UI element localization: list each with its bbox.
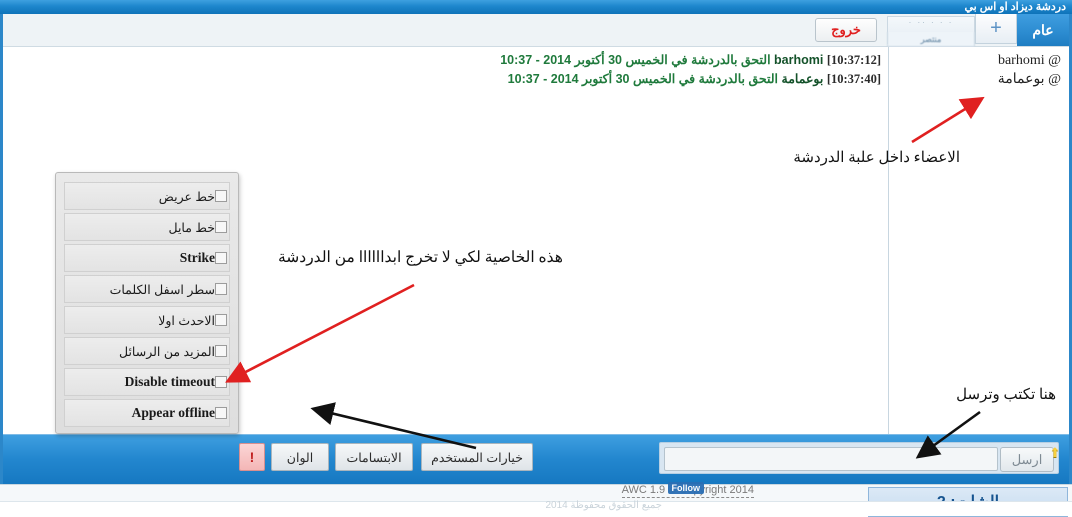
option-row-italic[interactable]: خط مايل <box>64 213 230 241</box>
message-username[interactable]: بوعمامة <box>782 72 824 86</box>
checkbox-icon[interactable] <box>215 221 227 233</box>
page-footer: AWC 1.9 © Copyright 2014 Follow الشات: 2 <box>0 482 1072 517</box>
send-label: ارسل <box>1011 451 1043 467</box>
footer-strip <box>0 501 1072 516</box>
send-button[interactable]: ارسل <box>1000 447 1054 472</box>
chat-action-buttons: خيارات المستخدم الابتسامات الوان ! <box>3 435 563 485</box>
message-username[interactable]: barhomi <box>774 53 823 67</box>
tab-misc-label: · ·· · · · <box>908 18 954 27</box>
checkbox-icon[interactable] <box>215 283 227 295</box>
logout-label: خروج <box>831 22 861 37</box>
option-row-disable-timeout[interactable]: Disable timeout <box>64 368 230 396</box>
option-label: Appear offline <box>131 405 215 420</box>
user-name: بوعمامة <box>997 72 1045 87</box>
annotation-timeout: هذه الخاصية لكي لا تخرج ابداااااا من الد… <box>278 249 563 266</box>
chat-bottom-toolbar: ارسل ⬆ خيارات المستخدم الابتسامات الوان … <box>3 434 1069 484</box>
option-row-strike[interactable]: Strike <box>64 244 230 272</box>
checkbox-icon[interactable] <box>215 190 227 202</box>
tab-user-name[interactable]: منتصر <box>887 32 975 47</box>
scroll-up-icon[interactable]: ⬆ <box>1048 446 1062 460</box>
chat-application: دردشة ديزاد او اس بي عام + · ·· · · · من… <box>0 0 1072 517</box>
option-row-appear-offline[interactable]: Appear offline <box>64 399 230 427</box>
checkbox-icon[interactable] <box>215 407 227 419</box>
message-timestamp: [10:37:12] <box>826 53 881 67</box>
window-title-bar: دردشة ديزاد او اس بي <box>0 0 1072 14</box>
plus-icon: + <box>990 17 1002 39</box>
list-item[interactable]: @ barhomi <box>893 51 1061 70</box>
checkbox-icon[interactable] <box>215 345 227 357</box>
alert-label: ! <box>249 449 255 465</box>
tab-general-label: عام <box>1032 21 1054 38</box>
option-row-newest-first[interactable]: الاحدث اولا <box>64 306 230 334</box>
annotation-members: الاعضاء داخل علبة الدردشة <box>793 150 960 166</box>
tab-general[interactable]: عام <box>1017 14 1069 46</box>
message-timestamp: [10:37:40] <box>826 72 881 86</box>
option-label: Strike <box>179 250 215 265</box>
colors-button[interactable]: الوان <box>271 443 329 471</box>
colors-label: الوان <box>286 450 314 465</box>
checkbox-icon[interactable] <box>215 252 227 264</box>
tab-user-label: منتصر <box>920 34 942 44</box>
option-label: المزيد من الرسائل <box>118 344 215 359</box>
user-name: barhomi <box>997 53 1045 68</box>
message-input[interactable] <box>664 447 998 471</box>
option-label: Disable timeout <box>124 374 215 389</box>
logout-button[interactable]: خروج <box>815 18 877 42</box>
option-label: خط عريض <box>158 189 215 204</box>
user-options-label: خيارات المستخدم <box>431 450 523 465</box>
checkbox-icon[interactable] <box>215 314 227 326</box>
message-row: [10:37:12] barhomi التحق بالدردشة في الخ… <box>13 51 881 70</box>
message-text: التحق بالدردشة في الخميس 30 أكتوبر 2014 … <box>500 53 771 67</box>
user-options-panel: خط عريض خط مايل Strike سطر اسفل الكلمات … <box>55 172 239 434</box>
option-label: سطر اسفل الكلمات <box>109 282 215 297</box>
alert-button[interactable]: ! <box>239 443 265 471</box>
annotation-send: هنا تكتب وترسل <box>956 387 1056 403</box>
message-text: التحق بالدردشة في الخميس 30 أكتوبر 2014 … <box>507 72 779 86</box>
add-tab-button[interactable]: + <box>975 14 1017 44</box>
option-label: الاحدث اولا <box>158 313 215 328</box>
option-row-bold[interactable]: خط عريض <box>64 182 230 210</box>
footer-ghost-text: جميع الحقوق محفوظة 2014 <box>545 500 662 511</box>
footer-bar: AWC 1.9 © Copyright 2014 Follow الشات: 2 <box>0 482 1072 517</box>
at-icon: @ <box>1048 72 1061 87</box>
follow-badge[interactable]: Follow <box>667 482 704 494</box>
smilies-button[interactable]: الابتسامات <box>335 443 413 471</box>
list-item[interactable]: @ بوعمامة <box>893 70 1061 89</box>
option-label: خط مايل <box>168 220 215 235</box>
message-input-area: ارسل ⬆ <box>659 442 1062 474</box>
user-options-button[interactable]: خيارات المستخدم <box>421 443 533 471</box>
users-list-pane: @ barhomi @ بوعمامة <box>888 47 1069 434</box>
smilies-label: الابتسامات <box>346 450 402 465</box>
chat-top-toolbar: عام + · ·· · · · منتصر خروج <box>3 14 1069 47</box>
page-title: دردشة ديزاد او اس بي <box>964 1 1066 13</box>
option-row-more-messages[interactable]: المزيد من الرسائل <box>64 337 230 365</box>
at-icon: @ <box>1048 53 1061 68</box>
message-row: [10:37:40] بوعمامة التحق بالدردشة في الخ… <box>13 70 881 89</box>
option-row-underline[interactable]: سطر اسفل الكلمات <box>64 275 230 303</box>
checkbox-icon[interactable] <box>215 376 227 388</box>
